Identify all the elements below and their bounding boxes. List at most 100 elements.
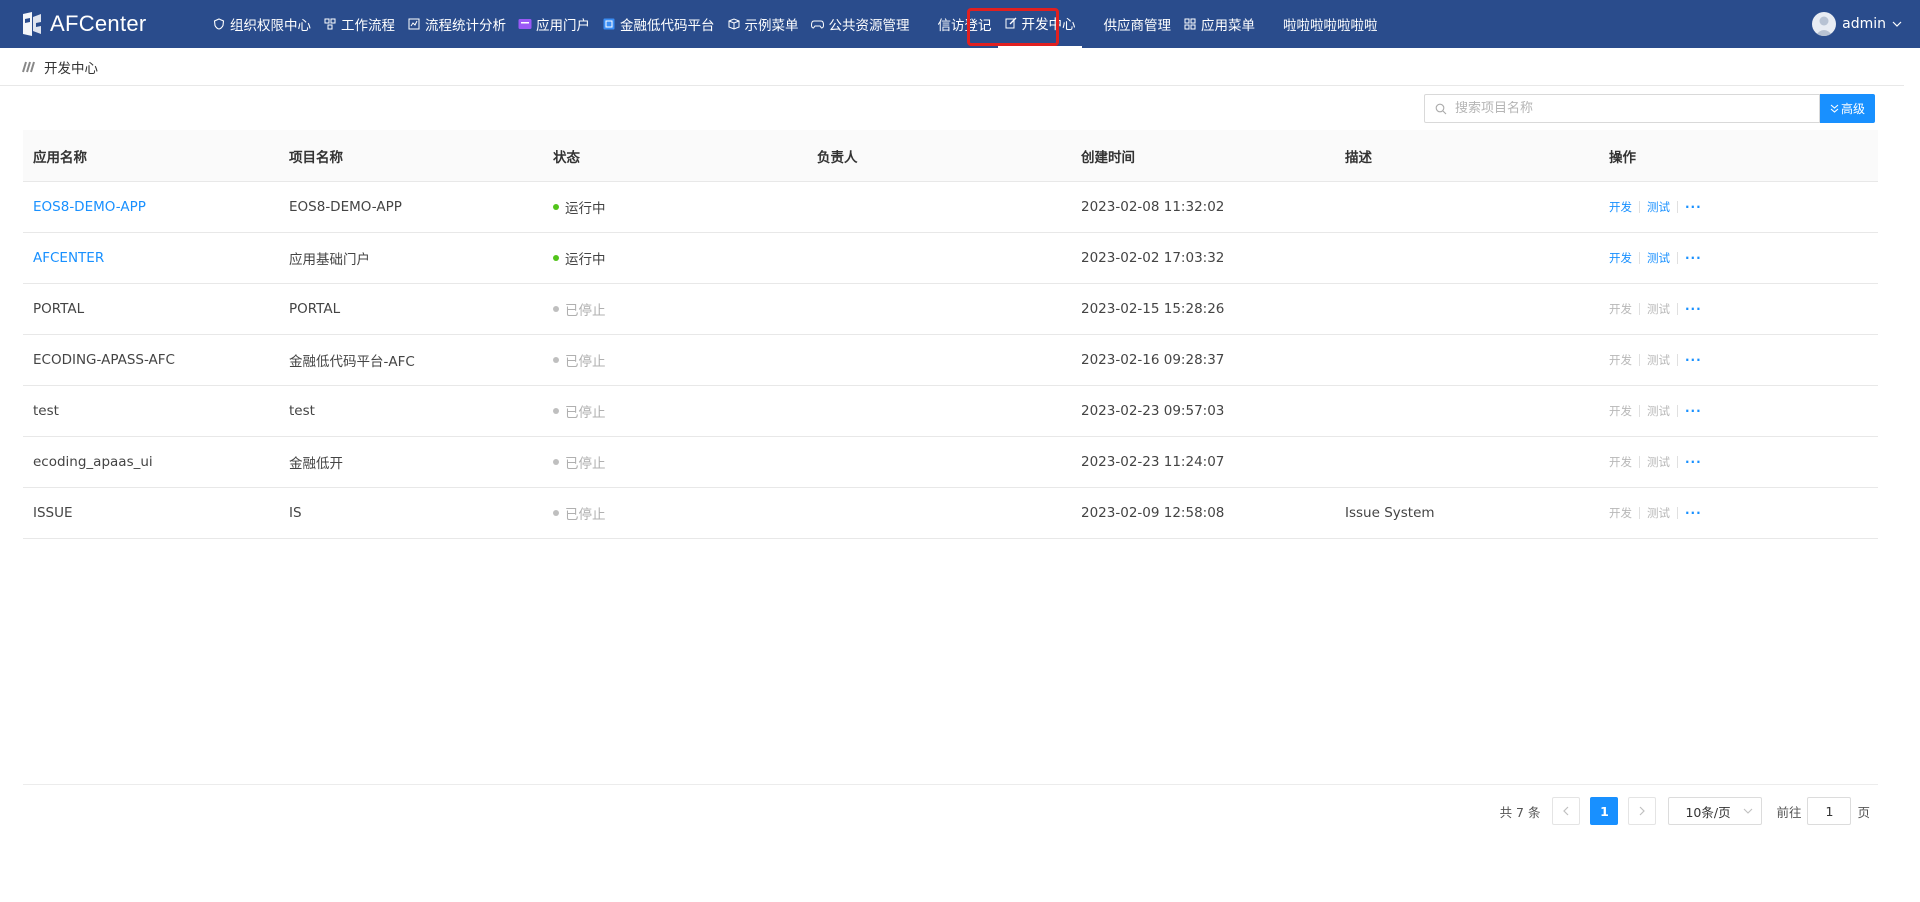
row-actions: 开发 测试 ··· bbox=[1599, 199, 1878, 215]
top-navbar: AFCenter 组织权限中心 工作流程 流程统计分析 应用门户 金融低代码平台… bbox=[0, 0, 1920, 48]
more-actions-icon[interactable]: ··· bbox=[1685, 251, 1702, 265]
column-header: 描述 bbox=[1345, 149, 1372, 166]
user-menu[interactable]: admin bbox=[1812, 0, 1902, 48]
status-text: 运行中 bbox=[565, 201, 606, 217]
divider bbox=[1677, 405, 1678, 417]
develop-button[interactable]: 开发 bbox=[1609, 199, 1632, 215]
status-badge: 运行中 bbox=[543, 248, 807, 268]
develop-button[interactable]: 开发 bbox=[1609, 352, 1632, 368]
nav-item-process-stats[interactable]: 流程统计分析 bbox=[401, 0, 512, 48]
nav-item-app-menu[interactable]: 应用菜单 bbox=[1177, 0, 1261, 48]
page-number-button[interactable]: 1 bbox=[1590, 797, 1619, 825]
created-time: 2023-02-09 12:58:08 bbox=[1081, 505, 1225, 521]
nav-item-lalala[interactable]: 啦啦啦啦啦啦啦 bbox=[1277, 0, 1384, 48]
app-name: ECODING-APASS-AFC bbox=[33, 352, 175, 368]
more-actions-icon[interactable]: ··· bbox=[1685, 302, 1702, 316]
row-actions: 开发 测试 ··· bbox=[1599, 403, 1878, 419]
created-time: 2023-02-08 11:32:02 bbox=[1081, 199, 1225, 215]
nav-item-label: 示例菜单 bbox=[744, 18, 799, 34]
table-row: ecoding_apaas_ui 金融低开 已停止 2023-02-23 11:… bbox=[23, 437, 1878, 488]
goto-label: 前往 bbox=[1776, 804, 1802, 820]
page-suffix: 页 bbox=[1857, 804, 1870, 820]
project-name: 金融低开 bbox=[289, 456, 343, 472]
develop-button[interactable]: 开发 bbox=[1609, 403, 1632, 419]
nav-item-app-portal[interactable]: 应用门户 bbox=[512, 0, 596, 48]
search-icon bbox=[1435, 103, 1447, 115]
next-page-button[interactable] bbox=[1628, 797, 1657, 825]
divider bbox=[1677, 201, 1678, 213]
advanced-search-button[interactable]: 高级 bbox=[1820, 94, 1875, 123]
chevron-left-icon bbox=[1563, 806, 1569, 816]
nav-item-label: 啦啦啦啦啦啦啦 bbox=[1283, 18, 1378, 34]
avatar bbox=[1812, 12, 1837, 36]
created-time: 2023-02-15 15:28:26 bbox=[1081, 301, 1225, 317]
app-name-link[interactable]: AFCENTER bbox=[23, 250, 279, 266]
project-name: 金融低代码平台-AFC bbox=[289, 354, 415, 370]
page-size-select[interactable]: 10条/页 bbox=[1668, 797, 1763, 825]
nav-item-dev-center[interactable]: 开发中心 bbox=[997, 0, 1082, 48]
more-actions-icon[interactable]: ··· bbox=[1685, 353, 1702, 367]
nav-item-supplier-management[interactable]: 供应商管理 bbox=[1098, 0, 1178, 48]
test-button[interactable]: 测试 bbox=[1647, 403, 1670, 419]
develop-button[interactable]: 开发 bbox=[1609, 454, 1632, 470]
nav-item-label: 组织权限中心 bbox=[230, 18, 311, 34]
divider bbox=[1639, 252, 1640, 264]
status-badge: 已停止 bbox=[543, 401, 807, 421]
description: Issue System bbox=[1345, 505, 1435, 521]
project-name: EOS8-DEMO-APP bbox=[289, 199, 402, 215]
divider bbox=[1639, 507, 1640, 519]
column-header: 操作 bbox=[1609, 149, 1636, 166]
main-menu: 组织权限中心 工作流程 流程统计分析 应用门户 金融低代码平台 示例菜单 公共资… bbox=[206, 0, 1384, 48]
test-button[interactable]: 测试 bbox=[1647, 454, 1670, 470]
chevron-down-icon bbox=[1744, 808, 1753, 814]
column-header: 状态 bbox=[553, 149, 580, 166]
more-actions-icon[interactable]: ··· bbox=[1685, 404, 1702, 418]
table-row: PORTAL PORTAL 已停止 2023-02-15 15:28:26 开发… bbox=[23, 284, 1878, 335]
nav-item-label: 流程统计分析 bbox=[425, 18, 506, 34]
app-brand-name: AFCenter bbox=[50, 11, 147, 36]
more-actions-icon[interactable]: ··· bbox=[1685, 200, 1702, 214]
column-header: 负责人 bbox=[817, 149, 858, 166]
status-dot-icon bbox=[553, 510, 559, 516]
develop-button[interactable]: 开发 bbox=[1609, 505, 1632, 521]
status-badge: 已停止 bbox=[543, 350, 807, 370]
test-button[interactable]: 测试 bbox=[1647, 352, 1670, 368]
column-header: 应用名称 bbox=[33, 149, 87, 166]
project-name: IS bbox=[289, 505, 302, 521]
nav-item-label: 开发中心 bbox=[1021, 17, 1076, 33]
test-button[interactable]: 测试 bbox=[1647, 199, 1670, 215]
develop-button[interactable]: 开发 bbox=[1609, 301, 1632, 317]
status-dot-icon bbox=[553, 204, 559, 210]
project-name: test bbox=[289, 403, 315, 419]
test-button[interactable]: 测试 bbox=[1647, 505, 1670, 521]
row-actions: 开发 测试 ··· bbox=[1599, 505, 1878, 521]
nav-item-sample-menu[interactable]: 示例菜单 bbox=[721, 0, 805, 48]
divider bbox=[1639, 354, 1640, 366]
app-name-link[interactable]: EOS8-DEMO-APP bbox=[23, 199, 279, 215]
divider bbox=[1677, 456, 1678, 468]
goto-page-input[interactable] bbox=[1807, 797, 1852, 825]
created-time: 2023-02-02 17:03:32 bbox=[1081, 250, 1225, 266]
nav-item-public-resource[interactable]: 公共资源管理 bbox=[805, 0, 916, 48]
nav-item-lowcode-platform[interactable]: 金融低代码平台 bbox=[596, 0, 721, 48]
divider bbox=[1639, 303, 1640, 315]
search-box bbox=[1424, 94, 1820, 123]
more-actions-icon[interactable]: ··· bbox=[1685, 455, 1702, 469]
prev-page-button[interactable] bbox=[1552, 797, 1581, 825]
develop-button[interactable]: 开发 bbox=[1609, 250, 1632, 266]
divider bbox=[1639, 405, 1640, 417]
test-button[interactable]: 测试 bbox=[1647, 250, 1670, 266]
search-input[interactable] bbox=[1455, 101, 1795, 116]
table-header: 应用名称 项目名称 状态 负责人 创建时间 描述 操作 bbox=[23, 130, 1878, 182]
row-actions: 开发 测试 ··· bbox=[1599, 454, 1878, 470]
nav-item-petition-registration[interactable]: 信访登记 bbox=[932, 0, 998, 48]
nav-item-org-permission[interactable]: 组织权限中心 bbox=[206, 0, 317, 48]
more-actions-icon[interactable]: ··· bbox=[1685, 506, 1702, 520]
chevron-down-icon bbox=[1892, 21, 1902, 27]
app-logo[interactable]: AFCenter bbox=[20, 11, 206, 37]
test-button[interactable]: 测试 bbox=[1647, 301, 1670, 317]
grid-icon bbox=[1183, 17, 1197, 31]
nav-item-workflow[interactable]: 工作流程 bbox=[317, 0, 401, 48]
status-dot-icon bbox=[553, 357, 559, 363]
status-text: 已停止 bbox=[565, 303, 606, 319]
